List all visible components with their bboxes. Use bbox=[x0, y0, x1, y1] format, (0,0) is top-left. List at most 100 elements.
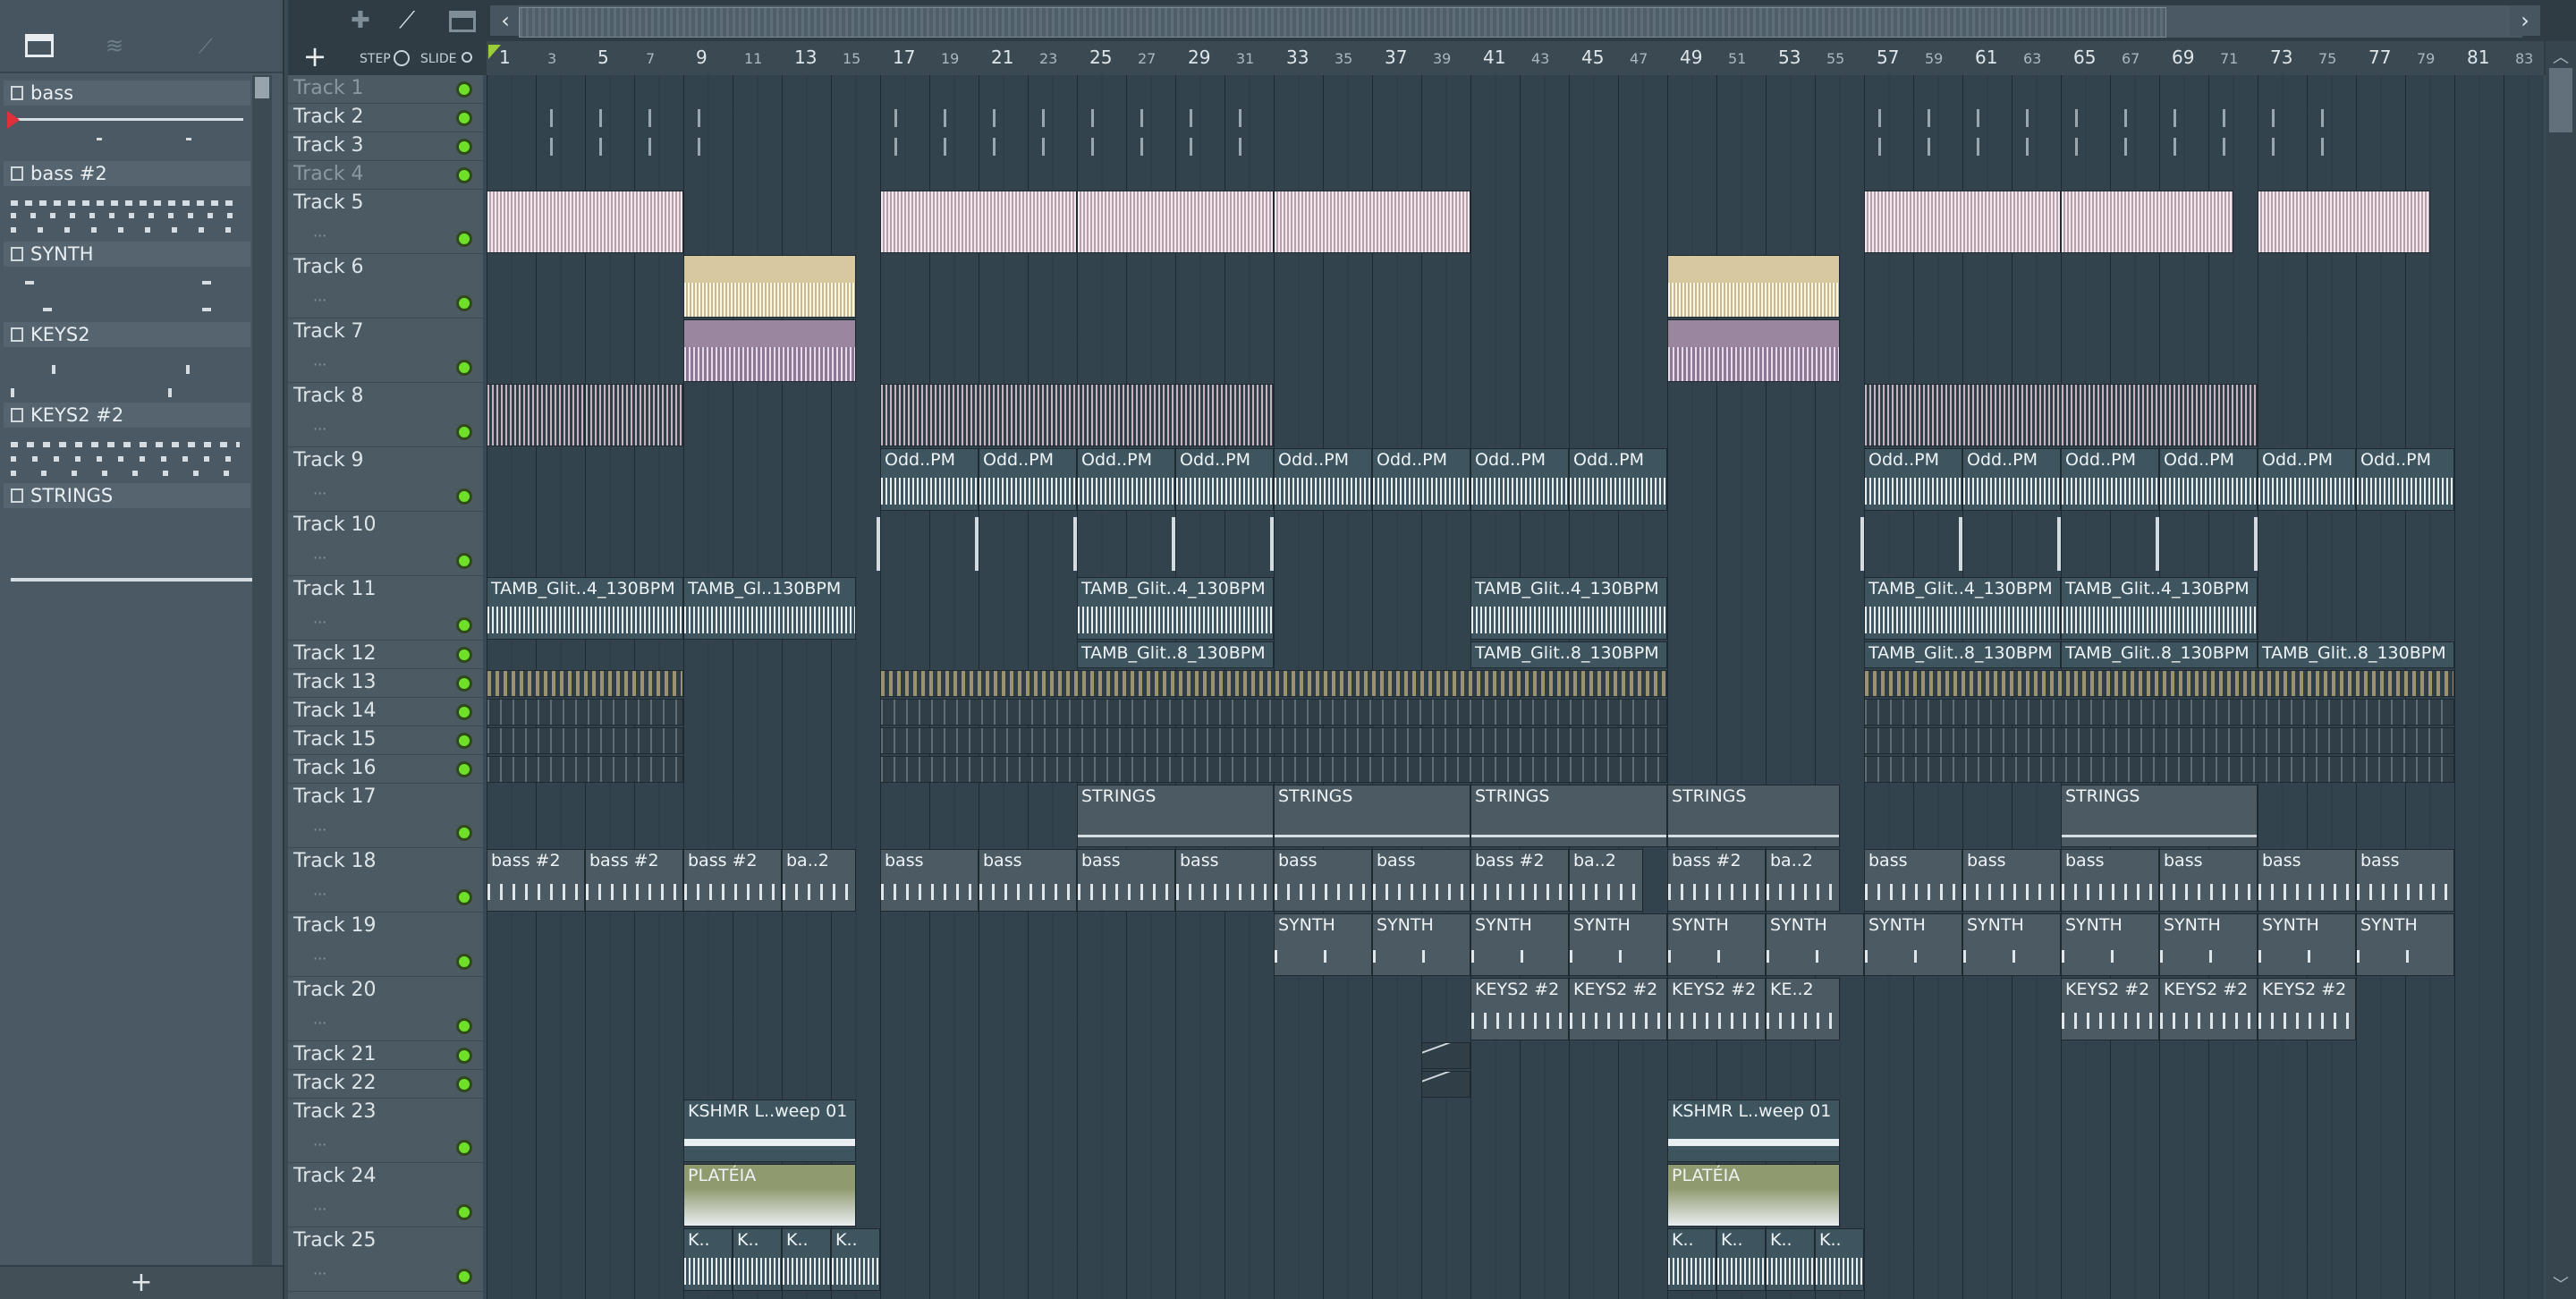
clip[interactable] bbox=[487, 384, 585, 446]
track-header[interactable]: Track 20 ··· bbox=[288, 977, 483, 1041]
track-header[interactable]: Track 23 ··· bbox=[288, 1099, 483, 1163]
track-header[interactable]: Track 5 ··· bbox=[288, 190, 483, 254]
track-mute-led[interactable] bbox=[456, 825, 472, 841]
automation-marker[interactable] bbox=[1270, 517, 1274, 571]
track-mute-led[interactable] bbox=[456, 675, 472, 692]
note-marker[interactable] bbox=[2223, 138, 2225, 156]
note-marker[interactable] bbox=[550, 138, 553, 156]
note-marker[interactable] bbox=[1190, 138, 1192, 156]
track-mute-led[interactable] bbox=[456, 110, 472, 126]
note-marker[interactable] bbox=[2321, 138, 2324, 156]
clip-plateia[interactable]: PLATÉIA bbox=[1667, 1164, 1840, 1227]
note-marker[interactable] bbox=[2124, 109, 2127, 127]
clip[interactable] bbox=[2061, 191, 2233, 253]
overview-window[interactable] bbox=[519, 7, 2166, 38]
note-marker[interactable] bbox=[698, 138, 700, 156]
clip-odd[interactable]: Odd..PM bbox=[1175, 448, 1274, 511]
clip-tamb8[interactable]: TAMB_Glit..8_130BPM bbox=[2258, 641, 2454, 668]
clip-odd[interactable]: Odd..PM bbox=[979, 448, 1077, 511]
automation-marker[interactable] bbox=[1172, 517, 1175, 571]
note-marker[interactable] bbox=[1140, 109, 1143, 127]
clip-kshmr[interactable]: KSHMR L..weep 01 bbox=[683, 1099, 856, 1162]
note-marker[interactable] bbox=[1190, 109, 1192, 127]
note-marker[interactable] bbox=[2026, 138, 2029, 156]
note-marker[interactable] bbox=[648, 138, 651, 156]
clip-bass[interactable]: bass bbox=[1962, 849, 2061, 912]
note-marker[interactable] bbox=[894, 109, 897, 127]
track-mute-led[interactable] bbox=[456, 1076, 472, 1092]
clip[interactable] bbox=[585, 384, 683, 446]
add-track-button[interactable]: + bbox=[297, 41, 333, 72]
clip[interactable] bbox=[1864, 670, 2454, 697]
note-marker[interactable] bbox=[2272, 109, 2275, 127]
picker-item[interactable]: KEYS2 bbox=[4, 322, 250, 401]
note-marker[interactable] bbox=[550, 109, 553, 127]
track-grip-icon[interactable]: ··· bbox=[313, 1015, 326, 1032]
track-mute-led[interactable] bbox=[456, 704, 472, 720]
track-header[interactable]: Track 3 bbox=[288, 132, 483, 161]
clip-odd[interactable]: Odd..PM bbox=[1962, 448, 2061, 511]
track-header[interactable]: Track 21 bbox=[288, 1041, 483, 1070]
note-marker[interactable] bbox=[2075, 109, 2078, 127]
clip-kshmr[interactable]: KSHMR L..weep 01 bbox=[1667, 1099, 1840, 1162]
picker-item[interactable]: STRINGS bbox=[4, 483, 252, 582]
track-mute-led[interactable] bbox=[456, 733, 472, 749]
add-pattern-button[interactable]: + bbox=[0, 1265, 283, 1299]
piano-icon[interactable] bbox=[449, 11, 476, 32]
clip-synth[interactable]: SYNTH bbox=[2258, 913, 2356, 976]
track-header[interactable]: Track 13 bbox=[288, 669, 483, 698]
automation-marker[interactable] bbox=[2156, 517, 2159, 571]
automation-marker[interactable] bbox=[2057, 517, 2061, 571]
draw-tool-icon[interactable]: ✚ bbox=[351, 7, 383, 34]
clip-bass2[interactable]: bass #2 bbox=[683, 849, 782, 912]
clip-bass2[interactable]: bass #2 bbox=[1470, 849, 1569, 912]
clip-tamb4[interactable]: TAMB_Glit..4_130BPM bbox=[1077, 577, 1274, 640]
clip-strings[interactable]: STRINGS bbox=[1667, 785, 1840, 847]
note-marker[interactable] bbox=[1928, 138, 1930, 156]
scroll-right-button[interactable]: › bbox=[2510, 5, 2540, 36]
vertical-scrollbar[interactable]: ︿ ﹀ bbox=[2546, 41, 2576, 1299]
clip-tamb8[interactable]: TAMB_Glit..8_130BPM bbox=[1470, 641, 1667, 668]
clip[interactable] bbox=[1667, 319, 1840, 382]
clip-odd[interactable]: Odd..PM bbox=[2061, 448, 2159, 511]
clip-bass[interactable]: bass bbox=[2159, 849, 2258, 912]
clip[interactable] bbox=[1864, 727, 2454, 754]
clip-k[interactable]: K.. bbox=[1766, 1228, 1815, 1291]
picker-scrollbar[interactable] bbox=[252, 75, 272, 1265]
note-marker[interactable] bbox=[599, 138, 602, 156]
clip-synth[interactable]: SYNTH bbox=[2159, 913, 2258, 976]
clip-strings[interactable]: STRINGS bbox=[1077, 785, 1274, 847]
note-marker[interactable] bbox=[2321, 109, 2324, 127]
track-grip-icon[interactable]: ··· bbox=[313, 292, 326, 309]
track-header[interactable]: Track 17 ··· bbox=[288, 784, 483, 848]
track-mute-led[interactable] bbox=[456, 1269, 472, 1285]
note-marker[interactable] bbox=[1140, 138, 1143, 156]
clip-odd[interactable]: Odd..PM bbox=[1864, 448, 1962, 511]
piano-roll-icon[interactable] bbox=[25, 34, 54, 57]
clip-odd[interactable]: Odd..PM bbox=[1470, 448, 1569, 511]
clip-k[interactable]: K.. bbox=[1667, 1228, 1716, 1291]
clip-k[interactable]: K.. bbox=[782, 1228, 831, 1291]
clip-synth[interactable]: SYNTH bbox=[1470, 913, 1569, 976]
clip-bass[interactable]: bass bbox=[1274, 849, 1372, 912]
track-mute-led[interactable] bbox=[456, 167, 472, 183]
clip[interactable] bbox=[1667, 255, 1840, 318]
clip[interactable] bbox=[487, 727, 683, 754]
clip-tamb4[interactable]: TAMB_Glit..4_130BPM bbox=[1864, 577, 2061, 640]
clip-synth[interactable]: SYNTH bbox=[1569, 913, 1667, 976]
clip-odd[interactable]: Odd..PM bbox=[1569, 448, 1667, 511]
clip-strings[interactable]: STRINGS bbox=[2061, 785, 2258, 847]
slide-toggle[interactable] bbox=[462, 52, 472, 63]
clip-keys22[interactable]: KEYS2 #2 bbox=[1470, 978, 1569, 1040]
clip-keys22[interactable]: KEYS2 #2 bbox=[2258, 978, 2356, 1040]
track-grip-icon[interactable]: ··· bbox=[313, 549, 326, 566]
clip-bass2[interactable]: bass #2 bbox=[585, 849, 683, 912]
clip-tamb8[interactable]: TAMB_Glit..8_130BPM bbox=[1864, 641, 2061, 668]
picker-item[interactable]: SYNTH bbox=[4, 242, 250, 320]
note-marker[interactable] bbox=[1878, 138, 1881, 156]
note-marker[interactable] bbox=[2124, 138, 2127, 156]
track-header[interactable]: Track 24 ··· bbox=[288, 1163, 483, 1227]
automation-marker[interactable] bbox=[1860, 517, 1864, 571]
clip[interactable] bbox=[487, 699, 683, 726]
track-mute-led[interactable] bbox=[456, 761, 472, 777]
